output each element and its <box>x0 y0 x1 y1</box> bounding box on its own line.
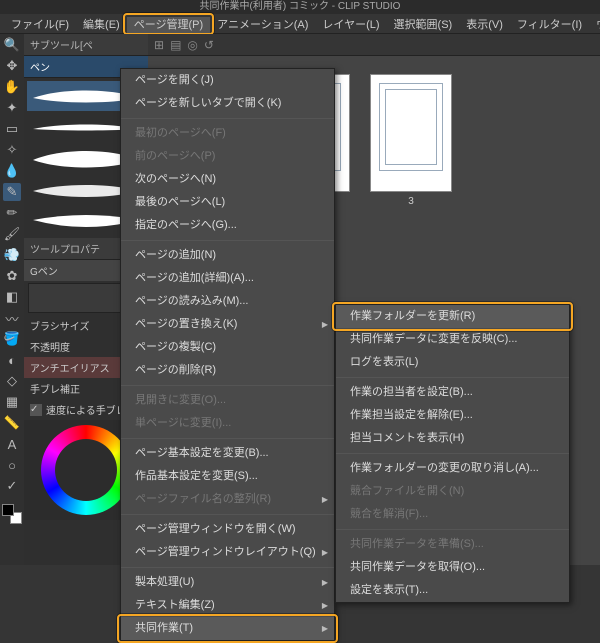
mi-goto-page[interactable]: 指定のページへ(G)... <box>121 214 334 237</box>
mi-next-page[interactable]: 次のページへ(N) <box>121 168 334 191</box>
deco-icon[interactable]: ✿ <box>3 267 21 285</box>
prop-speed: 速度による手ブレ <box>46 402 126 417</box>
canvas-toolbar: ⊞ ▤ ◎ ↺ <box>148 34 600 56</box>
mi-pm-layout[interactable]: ページ管理ウィンドウレイアウト(Q) <box>121 541 334 564</box>
mi-release-assign[interactable]: 作業担当設定を解除(E)... <box>336 404 569 427</box>
toolbar-icon[interactable]: ▤ <box>170 38 181 52</box>
prop-aa: アンチエイリアス <box>30 360 110 375</box>
menu-filter[interactable]: フィルター(I) <box>510 14 589 34</box>
prop-brushsize: ブラシサイズ <box>30 318 90 333</box>
mi-replace-page[interactable]: ページの置き換え(K) <box>121 313 334 336</box>
ruler-icon[interactable]: 📏 <box>3 414 21 432</box>
toolbar-icon[interactable]: ⊞ <box>154 38 164 52</box>
fill-icon[interactable]: 🪣 <box>3 330 21 348</box>
frame-icon[interactable]: ▦ <box>3 393 21 411</box>
toolbar-icon[interactable]: ◎ <box>187 38 197 52</box>
mi-last-page[interactable]: 最後のページへ(L) <box>121 191 334 214</box>
gradient-icon[interactable]: ◐ <box>3 351 21 369</box>
menu-animation[interactable]: アニメーション(A) <box>210 14 315 34</box>
mi-dup-page[interactable]: ページの複製(C) <box>121 336 334 359</box>
hand-icon[interactable]: ✋ <box>3 78 21 96</box>
mi-work-basic[interactable]: 作品基本設定を変更(S)... <box>121 465 334 488</box>
mi-open-page[interactable]: ページを開く(J) <box>121 69 334 92</box>
marquee-icon[interactable]: ▭ <box>3 120 21 138</box>
menu-layer[interactable]: レイヤー(L) <box>315 14 386 34</box>
move-icon[interactable]: ✥ <box>3 57 21 75</box>
mi-get-collab[interactable]: 共同作業データを取得(O)... <box>336 556 569 579</box>
mi-show-comment[interactable]: 担当コメントを表示(H) <box>336 427 569 450</box>
mi-binding[interactable]: 製本処理(U) <box>121 571 334 594</box>
mi-first-page[interactable]: 最初のページへ(F) <box>121 122 334 145</box>
collab-submenu: 作業フォルダーを更新(R) 共同作業データに変更を反映(C)... ログを表示(… <box>335 304 570 603</box>
blend-icon[interactable]: 〰 <box>3 309 21 327</box>
mi-page-basic[interactable]: ページ基本設定を変更(B)... <box>121 442 334 465</box>
titlebar: 共同作業中(利用者) コミック - CLIP STUDIO <box>0 0 600 14</box>
mi-del-page[interactable]: ページの削除(R) <box>121 359 334 382</box>
mi-open-new-tab[interactable]: ページを新しいタブで開く(K) <box>121 92 334 115</box>
menu-edit[interactable]: 編集(E) <box>76 14 127 34</box>
mi-align-filename[interactable]: ページファイル名の整列(R) <box>121 488 334 511</box>
pen-icon[interactable]: ✎ <box>3 183 21 201</box>
mi-reflect-collab[interactable]: 共同作業データに変更を反映(C)... <box>336 328 569 351</box>
mi-show-log[interactable]: ログを表示(L) <box>336 351 569 374</box>
mi-show-settings[interactable]: 設定を表示(T)... <box>336 579 569 602</box>
menubar: ファイル(F) 編集(E) ページ管理(P) アニメーション(A) レイヤー(L… <box>0 14 600 34</box>
mi-add-page-detail[interactable]: ページの追加(詳細)(A)... <box>121 267 334 290</box>
balloon-icon[interactable]: ○ <box>3 456 21 474</box>
mi-set-assignee[interactable]: 作業の担当者を設定(B)... <box>336 381 569 404</box>
mi-prev-page[interactable]: 前のページへ(P) <box>121 145 334 168</box>
page-manage-menu: ページを開く(J) ページを新しいタブで開く(K) 最初のページへ(F) 前のペ… <box>120 68 335 641</box>
brush-icon[interactable]: 🖌 <box>3 225 21 243</box>
anchor-icon[interactable]: ✦ <box>3 99 21 117</box>
page-thumb[interactable]: 3 <box>370 74 452 207</box>
mi-add-page[interactable]: ページの追加(N) <box>121 244 334 267</box>
menu-view[interactable]: 表示(V) <box>459 14 510 34</box>
prop-jitter: 手ブレ補正 <box>30 381 80 396</box>
mi-to-single[interactable]: 単ページに変更(I)... <box>121 412 334 435</box>
mi-open-conflict[interactable]: 競合ファイルを開く(N) <box>336 480 569 503</box>
tool-column: 🔍 ✥ ✋ ✦ ▭ ✧ 💧 ✎ ✏ 🖌 💨 ✿ ◧ 〰 🪣 ◐ ◇ ▦ 📏 A … <box>0 34 24 565</box>
prop-opacity: 不透明度 <box>30 339 70 354</box>
fgbg-swatch[interactable] <box>2 504 22 524</box>
magnify-icon[interactable]: 🔍 <box>3 36 21 54</box>
eraser-icon[interactable]: ◧ <box>3 288 21 306</box>
mi-to-spread[interactable]: 見開きに変更(O)... <box>121 389 334 412</box>
menu-window[interactable]: ウィン <box>589 14 600 34</box>
eyedrop-icon[interactable]: 💧 <box>3 162 21 180</box>
mi-update-workfolder[interactable]: 作業フォルダーを更新(R) <box>336 305 569 328</box>
mi-resolve-conflict[interactable]: 競合を解消(F)... <box>336 503 569 526</box>
menu-selection[interactable]: 選択範囲(S) <box>387 14 460 34</box>
subtool-header: サブツール[ペ <box>24 34 148 56</box>
pencil-icon[interactable]: ✏ <box>3 204 21 222</box>
checkbox-icon[interactable]: ✓ <box>30 404 42 416</box>
shape-icon[interactable]: ◇ <box>3 372 21 390</box>
mi-undo-workfolder[interactable]: 作業フォルダーの変更の取り消し(A)... <box>336 457 569 480</box>
menu-page-manage[interactable]: ページ管理(P) <box>127 17 210 33</box>
text-icon[interactable]: A <box>3 435 21 453</box>
airbrush-icon[interactable]: 💨 <box>3 246 21 264</box>
mi-prepare-collab[interactable]: 共同作業データを準備(S)... <box>336 533 569 556</box>
menu-file[interactable]: ファイル(F) <box>4 14 76 34</box>
wand-icon[interactable]: ✧ <box>3 141 21 159</box>
mi-open-pm-window[interactable]: ページ管理ウィンドウを開く(W) <box>121 518 334 541</box>
toolbar-icon[interactable]: ↺ <box>204 38 214 52</box>
mi-collab[interactable]: 共同作業(T) <box>121 617 334 640</box>
mi-import-page[interactable]: ページの読み込み(M)... <box>121 290 334 313</box>
mi-text-edit[interactable]: テキスト編集(Z) <box>121 594 334 617</box>
correct-icon[interactable]: ✓ <box>3 477 21 495</box>
